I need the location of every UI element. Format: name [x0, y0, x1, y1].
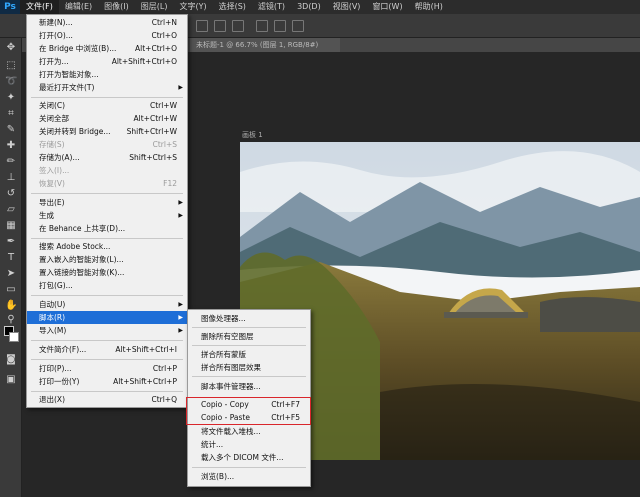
menu-item-search-stock[interactable]: 搜索 Adobe Stock... — [27, 240, 187, 253]
menu-file[interactable]: 文件(F) — [20, 0, 59, 14]
menu-item-import[interactable]: 导入(M) ▶ — [27, 324, 187, 337]
menu-item-save: 存储(S) Ctrl+S — [39, 140, 177, 149]
distribute-icon[interactable] — [256, 20, 268, 32]
submenu-item-load-dicom[interactable]: 载入多个 DICOM 文件... — [188, 451, 310, 464]
submenu-item-script-events[interactable]: 脚本事件管理器... — [188, 380, 310, 393]
menu-separator — [31, 238, 183, 239]
menu-separator — [31, 97, 183, 98]
marquee-tool-icon[interactable]: ⬚ — [5, 60, 17, 72]
submenu-arrow-icon: ▶ — [178, 327, 183, 334]
eyedropper-icon[interactable]: ✎ — [5, 124, 17, 136]
menu-help[interactable]: 帮助(H) — [409, 0, 449, 14]
history-brush-icon[interactable]: ↺ — [5, 188, 17, 200]
magic-wand-icon[interactable]: ✦ — [5, 92, 17, 104]
submenu-arrow-icon: ▶ — [178, 84, 183, 91]
submenu-item-statistics[interactable]: 统计... — [188, 438, 310, 451]
type-tool-icon[interactable]: T — [5, 252, 17, 264]
submenu-item-flatten-masks[interactable]: 拼合所有蒙版 — [188, 348, 310, 361]
menu-item-revert: 恢复(V) F12 — [39, 179, 177, 188]
menu-item-place-linked[interactable]: 置入链接的智能对象(K)... — [27, 266, 187, 279]
tools-panel: ✥ ⬚ ➰ ✦ ⌗ ✎ ✚ ✏ ⊥ ↺ ▱ ▦ ✒ T ➤ ▭ ✋ ⚲ ◙ ▣ — [0, 38, 22, 497]
screen-mode-icon[interactable]: ▣ — [5, 374, 17, 386]
menu-separator — [192, 345, 306, 346]
menu-item-exit[interactable]: 退出(X) Ctrl+Q — [27, 393, 187, 406]
menu-item-browse-bridge[interactable]: 在 Bridge 中浏览(B)... Alt+Ctrl+O — [27, 42, 187, 55]
menu-filter[interactable]: 滤镜(T) — [252, 0, 291, 14]
hand-tool-icon[interactable]: ✋ — [5, 300, 17, 312]
submenu-item-browse[interactable]: 浏览(B)... — [188, 470, 310, 483]
menu-view[interactable]: 视图(V) — [327, 0, 367, 14]
menu-bar: Ps 文件(F) 编辑(E) 图像(I) 图层(L) 文字(Y) 选择(S) 滤… — [0, 0, 640, 14]
menu-3d[interactable]: 3D(D) — [291, 0, 327, 14]
submenu-item-load-stack[interactable]: 将文件载入堆栈... — [188, 425, 310, 438]
shape-tool-icon[interactable]: ▭ — [5, 284, 17, 296]
menu-separator — [192, 376, 306, 377]
distribute-bottom-icon[interactable] — [292, 20, 304, 32]
menu-layer[interactable]: 图层(L) — [135, 0, 174, 14]
menu-item-open-smart-object[interactable]: 打开为智能对象... — [27, 68, 187, 81]
align-left-icon[interactable] — [196, 20, 208, 32]
zoom-tool-icon[interactable]: ⚲ — [5, 314, 17, 326]
path-select-icon[interactable]: ➤ — [5, 268, 17, 280]
quick-mask-icon[interactable]: ◙ — [5, 354, 17, 366]
stamp-tool-icon[interactable]: ⊥ — [5, 172, 17, 184]
menu-item-export[interactable]: 导出(E) ▶ — [27, 196, 187, 209]
submenu-item-image-processor[interactable]: 图像处理器... — [188, 312, 310, 325]
brush-tool-icon[interactable]: ✏ — [5, 156, 17, 168]
menu-item-print[interactable]: 打印(P)... Ctrl+P — [27, 362, 187, 375]
menu-separator — [31, 391, 183, 392]
move-tool-icon[interactable]: ✥ — [5, 42, 17, 54]
distribute-center-icon[interactable] — [274, 20, 286, 32]
menu-item-check-in: 签入(I)... — [39, 166, 70, 175]
submenu-item-flatten-effects[interactable]: 拼合所有图层效果 — [188, 361, 310, 374]
menu-item-close[interactable]: 关闭(C) Ctrl+W — [27, 99, 187, 112]
menu-item-open-as[interactable]: 打开为... Alt+Shift+Ctrl+O — [27, 55, 187, 68]
gradient-tool-icon[interactable]: ▦ — [5, 220, 17, 232]
pen-tool-icon[interactable]: ✒ — [5, 236, 17, 248]
menu-select[interactable]: 选择(S) — [213, 0, 252, 14]
lasso-tool-icon[interactable]: ➰ — [5, 76, 17, 88]
submenu-arrow-icon: ▶ — [178, 199, 183, 206]
menu-item-save-as[interactable]: 存储为(A)... Shift+Ctrl+S — [27, 151, 187, 164]
align-right-icon[interactable] — [232, 20, 244, 32]
menu-item-recent-files[interactable]: 最近打开文件(T) ▶ — [27, 81, 187, 94]
menu-item-new[interactable]: 新建(N)... Ctrl+N — [27, 16, 187, 29]
align-center-icon[interactable] — [214, 20, 226, 32]
menu-item-share-behance[interactable]: 在 Behance 上共享(D)... — [27, 222, 187, 235]
file-menu-dropdown: 新建(N)... Ctrl+N 打开(O)... Ctrl+O 在 Bridge 中… — [26, 14, 188, 408]
photoshop-logo: Ps — [0, 0, 20, 14]
menu-separator — [31, 295, 183, 296]
menu-item-package[interactable]: 打包(G)... — [27, 279, 187, 292]
menu-item-automate[interactable]: 自动(U) ▶ — [27, 298, 187, 311]
menu-item-close-all[interactable]: 关闭全部 Alt+Ctrl+W — [27, 112, 187, 125]
menu-item-open[interactable]: 打开(O)... Ctrl+O — [27, 29, 187, 42]
menu-edit[interactable]: 编辑(E) — [59, 0, 98, 14]
menu-separator — [31, 359, 183, 360]
menu-image[interactable]: 图像(I) — [98, 0, 135, 14]
menu-separator — [192, 467, 306, 468]
submenu-arrow-icon: ▶ — [178, 301, 183, 308]
menu-item-close-go-bridge[interactable]: 关闭并转到 Bridge... Shift+Ctrl+W — [27, 125, 187, 138]
menu-separator — [31, 340, 183, 341]
menu-item-file-info[interactable]: 文件简介(F)... Alt+Shift+Ctrl+I — [27, 343, 187, 356]
submenu-item-delete-empty-layers[interactable]: 删除所有空图层 — [188, 330, 310, 343]
menu-item-scripts[interactable]: 脚本(R) ▶ — [27, 311, 187, 324]
submenu-arrow-icon: ▶ — [178, 212, 183, 219]
menu-type[interactable]: 文字(Y) — [173, 0, 212, 14]
artboard-label: 画板 1 — [242, 131, 263, 139]
document-tab[interactable]: 未标题-1 @ 66.7% (图层 1, RGB/8#) — [190, 38, 340, 52]
menu-item-place-embedded[interactable]: 置入嵌入的智能对象(L)... — [27, 253, 187, 266]
crop-tool-icon[interactable]: ⌗ — [5, 108, 17, 120]
menu-separator — [31, 193, 183, 194]
menu-separator — [192, 327, 306, 328]
annotation-highlight-box — [186, 397, 311, 425]
submenu-arrow-icon: ▶ — [178, 314, 183, 321]
healing-brush-icon[interactable]: ✚ — [5, 140, 17, 152]
eraser-tool-icon[interactable]: ▱ — [5, 204, 17, 216]
menu-item-print-one-copy[interactable]: 打印一份(Y) Alt+Shift+Ctrl+P — [27, 375, 187, 388]
menu-window[interactable]: 窗口(W) — [366, 0, 408, 14]
background-color-swatch[interactable] — [9, 332, 19, 342]
menu-item-generate[interactable]: 生成 ▶ — [27, 209, 187, 222]
